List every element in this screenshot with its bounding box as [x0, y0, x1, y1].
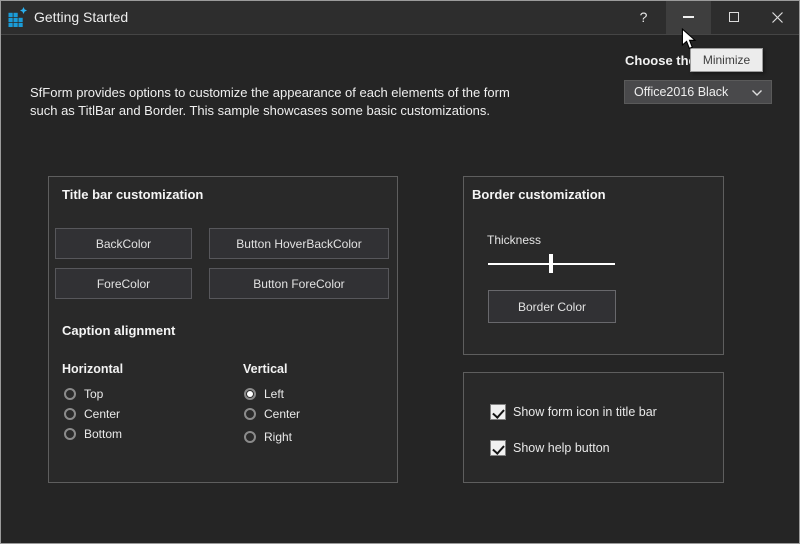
maximize-button[interactable] [711, 0, 756, 34]
forecolor-button[interactable]: ForeColor [55, 268, 192, 299]
theme-dropdown-value: Office2016 Black [634, 85, 728, 99]
close-icon [772, 12, 783, 23]
border-color-button[interactable]: Border Color [488, 290, 616, 323]
radio-label: Center [84, 407, 120, 421]
checkbox-icon[interactable] [490, 440, 506, 456]
window-title: Getting Started [34, 0, 128, 35]
sample-description: SfForm provides options to customize the… [30, 84, 550, 120]
minimize-button[interactable] [666, 0, 711, 34]
radio-vertical-right[interactable]: Right [244, 430, 292, 444]
radio-horizontal-top[interactable]: Top [64, 387, 103, 401]
checkbox-label: Show help button [513, 441, 610, 455]
radio-icon [244, 408, 256, 420]
application-window: Getting Started ? SfForm provides option… [0, 0, 800, 544]
button-hoverbackcolor-button[interactable]: Button HoverBackColor [209, 228, 389, 259]
border-customization-group [463, 176, 724, 355]
radio-label: Right [264, 430, 292, 444]
radio-icon [64, 408, 76, 420]
checkbox-label: Show form icon in title bar [513, 405, 657, 419]
radio-label: Center [264, 407, 300, 421]
app-grid-icon [8, 7, 28, 27]
radio-icon [64, 428, 76, 440]
radio-icon [244, 431, 256, 443]
radio-horizontal-center[interactable]: Center [64, 407, 120, 421]
close-button[interactable] [755, 0, 800, 34]
minimize-tooltip: Minimize [690, 48, 763, 72]
show-help-button-checkbox-row[interactable]: Show help button [490, 440, 610, 456]
chevron-down-icon [752, 90, 762, 96]
form-options-group [463, 372, 724, 483]
radio-icon [64, 388, 76, 400]
choose-theme-label: Choose the [625, 53, 696, 68]
radio-horizontal-bottom[interactable]: Bottom [64, 427, 122, 441]
radio-label: Left [264, 387, 284, 401]
thickness-slider-thumb[interactable] [549, 254, 553, 273]
radio-label: Top [84, 387, 103, 401]
vertical-heading: Vertical [243, 362, 287, 376]
checkbox-icon[interactable] [490, 404, 506, 420]
theme-dropdown[interactable]: Office2016 Black [624, 80, 772, 104]
show-form-icon-checkbox-row[interactable]: Show form icon in title bar [490, 404, 657, 420]
radio-vertical-left[interactable]: Left [244, 387, 284, 401]
thickness-label: Thickness [487, 233, 541, 247]
caption-alignment-heading: Caption alignment [62, 323, 175, 338]
help-button[interactable]: ? [621, 0, 666, 34]
radio-vertical-center[interactable]: Center [244, 407, 300, 421]
button-forecolor-button[interactable]: Button ForeColor [209, 268, 389, 299]
border-customization-heading: Border customization [472, 187, 606, 202]
radio-icon [244, 388, 256, 400]
titlebar-customization-heading: Title bar customization [62, 187, 203, 202]
backcolor-button[interactable]: BackColor [55, 228, 192, 259]
title-bar: Getting Started ? [0, 0, 800, 35]
radio-label: Bottom [84, 427, 122, 441]
maximize-icon [729, 12, 739, 22]
minimize-icon [683, 16, 694, 18]
horizontal-heading: Horizontal [62, 362, 123, 376]
description-line-1: SfForm provides options to customize the… [30, 84, 550, 102]
description-line-2: such as TitlBar and Border. This sample … [30, 102, 550, 120]
